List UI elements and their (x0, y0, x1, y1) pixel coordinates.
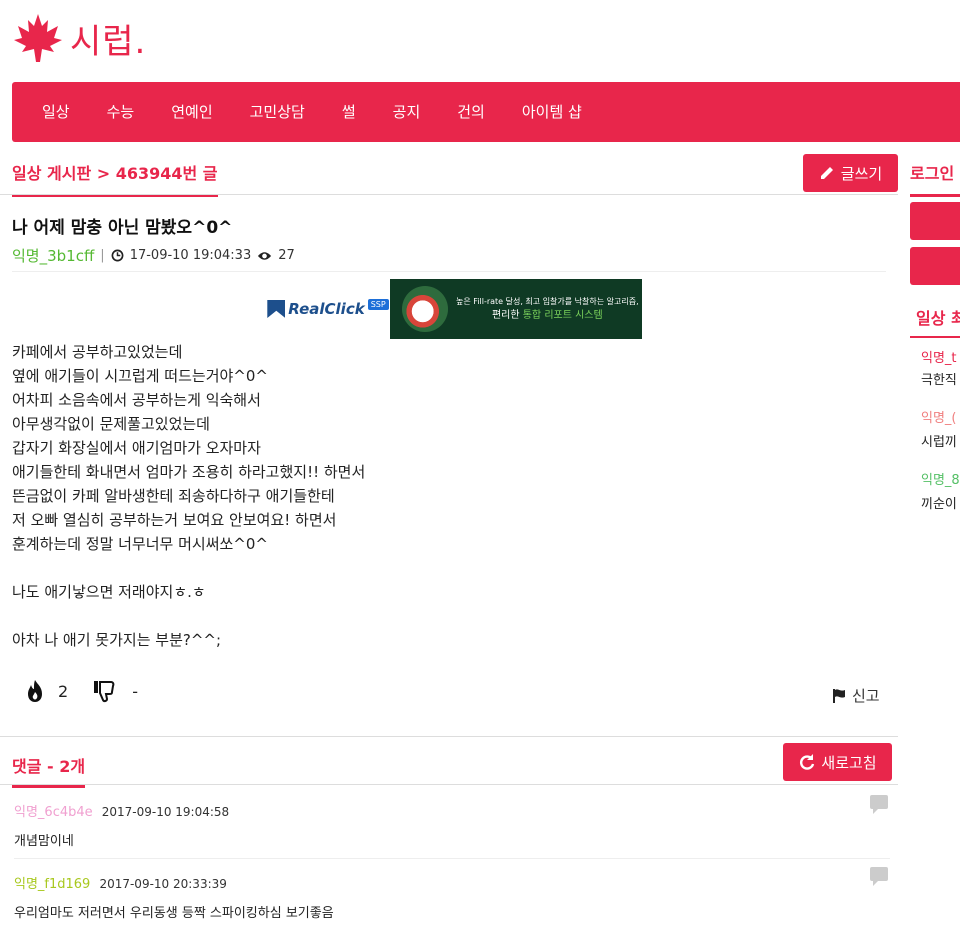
nav-item-notice[interactable]: 공지 (381, 82, 433, 142)
comment-body: 우리엄마도 저러면서 우리동생 등짝 스파이킹하심 보기좋음 (14, 906, 334, 921)
sidebar-list-title: 일상 최 (916, 309, 960, 328)
nav-item-exam[interactable]: 수능 (95, 82, 147, 142)
divider (0, 194, 898, 195)
vote-bar: 2 - (22, 678, 138, 704)
sidebar-item-text[interactable]: 시럽끼 (921, 432, 960, 454)
sidebar-item-author[interactable]: 익명_( (921, 408, 960, 430)
board-breadcrumb: 일상 게시판 > 463944번 글 (12, 160, 218, 197)
ad-banner[interactable]: RealClick SSP 높은 Fill-rate 달성, 최고 입찰가를 낙… (266, 279, 642, 339)
sidebar-login-title: 로그인 (910, 160, 960, 197)
thumbs-down-icon[interactable] (92, 678, 118, 704)
maple-leaf-icon (14, 14, 62, 62)
divider (14, 858, 890, 859)
nav-item-suggestion[interactable]: 건의 (445, 82, 497, 142)
ad-badge: SSP (367, 298, 389, 310)
sidebar-item-text[interactable]: 극한직 (921, 370, 960, 392)
post-views: 27 (278, 248, 295, 263)
post-author: 익명_3b1cff (12, 247, 95, 265)
nav-item-story[interactable]: 썰 (330, 82, 368, 142)
post-content: 카페에서 공부하고있었는데 옆에 애기들이 시끄럽게 떠드는거야^0^ 어차피 … (12, 343, 366, 649)
post-datetime: 17-09-10 19:04:33 (129, 248, 252, 263)
refresh-button[interactable]: 새로고침 (783, 743, 892, 781)
comment-author: 익명_f1d169 (14, 877, 91, 892)
ad-line-2a: 편리한 (491, 310, 523, 321)
downvote-count: - (132, 681, 138, 701)
divider (910, 336, 960, 338)
meta-separator: | (100, 248, 105, 263)
nav-item-item-shop[interactable]: 아이템 샵 (510, 82, 594, 142)
ad-line-1: 높은 Fill-rate 달성, 최고 입찰가를 낙찰하는 알고리즘, (456, 297, 639, 306)
divider (0, 736, 898, 737)
pencil-icon (820, 167, 833, 179)
comment-author: 익명_6c4b4e (14, 805, 93, 820)
signup-button[interactable] (910, 247, 960, 285)
sidebar-item-author[interactable]: 익명_t (921, 348, 960, 370)
ad-brand-area: RealClick SSP (266, 279, 390, 339)
eye-icon (258, 251, 272, 260)
clock-icon (111, 249, 124, 262)
ad-text: 높은 Fill-rate 달성, 최고 입찰가를 낙찰하는 알고리즘, 편리한 … (456, 295, 639, 323)
post-title: 나 어제 맘충 아닌 맘봤오^0^ (12, 218, 233, 238)
logo-text: 시럽. (70, 21, 147, 62)
upvote-count: 2 (58, 681, 69, 701)
comment-item: 익명_6c4b4e 2017-09-10 19:04:58 개념맘이네 (14, 795, 890, 849)
divider (12, 271, 886, 272)
comment-item: 익명_f1d169 2017-09-10 20:33:39 우리엄마도 저러면서… (14, 867, 890, 921)
realclick-logo-icon (267, 300, 286, 318)
sidebar-item-text[interactable]: 끼순이 (921, 494, 960, 516)
nav-item-daily[interactable]: 일상 (30, 82, 82, 142)
write-button-label: 글쓰기 (840, 164, 883, 183)
ad-promo-area: 높은 Fill-rate 달성, 최고 입찰가를 낙찰하는 알고리즘, 편리한 … (390, 279, 642, 339)
ad-line-2b: 통합 리포트 시스템 (522, 310, 603, 321)
comment-date: 2017-09-10 20:33:39 (99, 877, 227, 891)
report-label: 신고 (852, 687, 880, 705)
flag-icon (833, 688, 845, 703)
post-meta: 익명_3b1cff | 17-09-10 19:04:33 27 (12, 245, 295, 266)
nav-item-celebrity[interactable]: 연예인 (159, 82, 224, 142)
comment-body: 개념맘이네 (14, 834, 74, 849)
refresh-label: 새로고침 (821, 753, 877, 772)
main-nav: 일상 수능 연예인 고민상담 썰 공지 건의 아이템 샵 (12, 82, 960, 142)
login-button[interactable] (910, 202, 960, 240)
sidebar-item-author[interactable]: 익명_8 (921, 470, 960, 492)
reply-bubble-icon[interactable] (870, 795, 888, 814)
site-logo[interactable]: 시럽. (12, 10, 146, 66)
ad-brand: RealClick (288, 300, 365, 318)
reply-bubble-icon[interactable] (870, 867, 888, 886)
fire-icon[interactable] (22, 678, 48, 704)
write-button[interactable]: 글쓰기 (803, 154, 898, 192)
nav-item-advice[interactable]: 고민상담 (238, 82, 317, 142)
report-button[interactable]: 신고 (832, 685, 880, 706)
ad-graphic-icon (402, 286, 448, 332)
comment-date: 2017-09-10 19:04:58 (101, 805, 230, 819)
comments-title: 댓글 - 2개 (12, 753, 86, 788)
refresh-icon (800, 754, 815, 770)
divider (0, 784, 898, 785)
